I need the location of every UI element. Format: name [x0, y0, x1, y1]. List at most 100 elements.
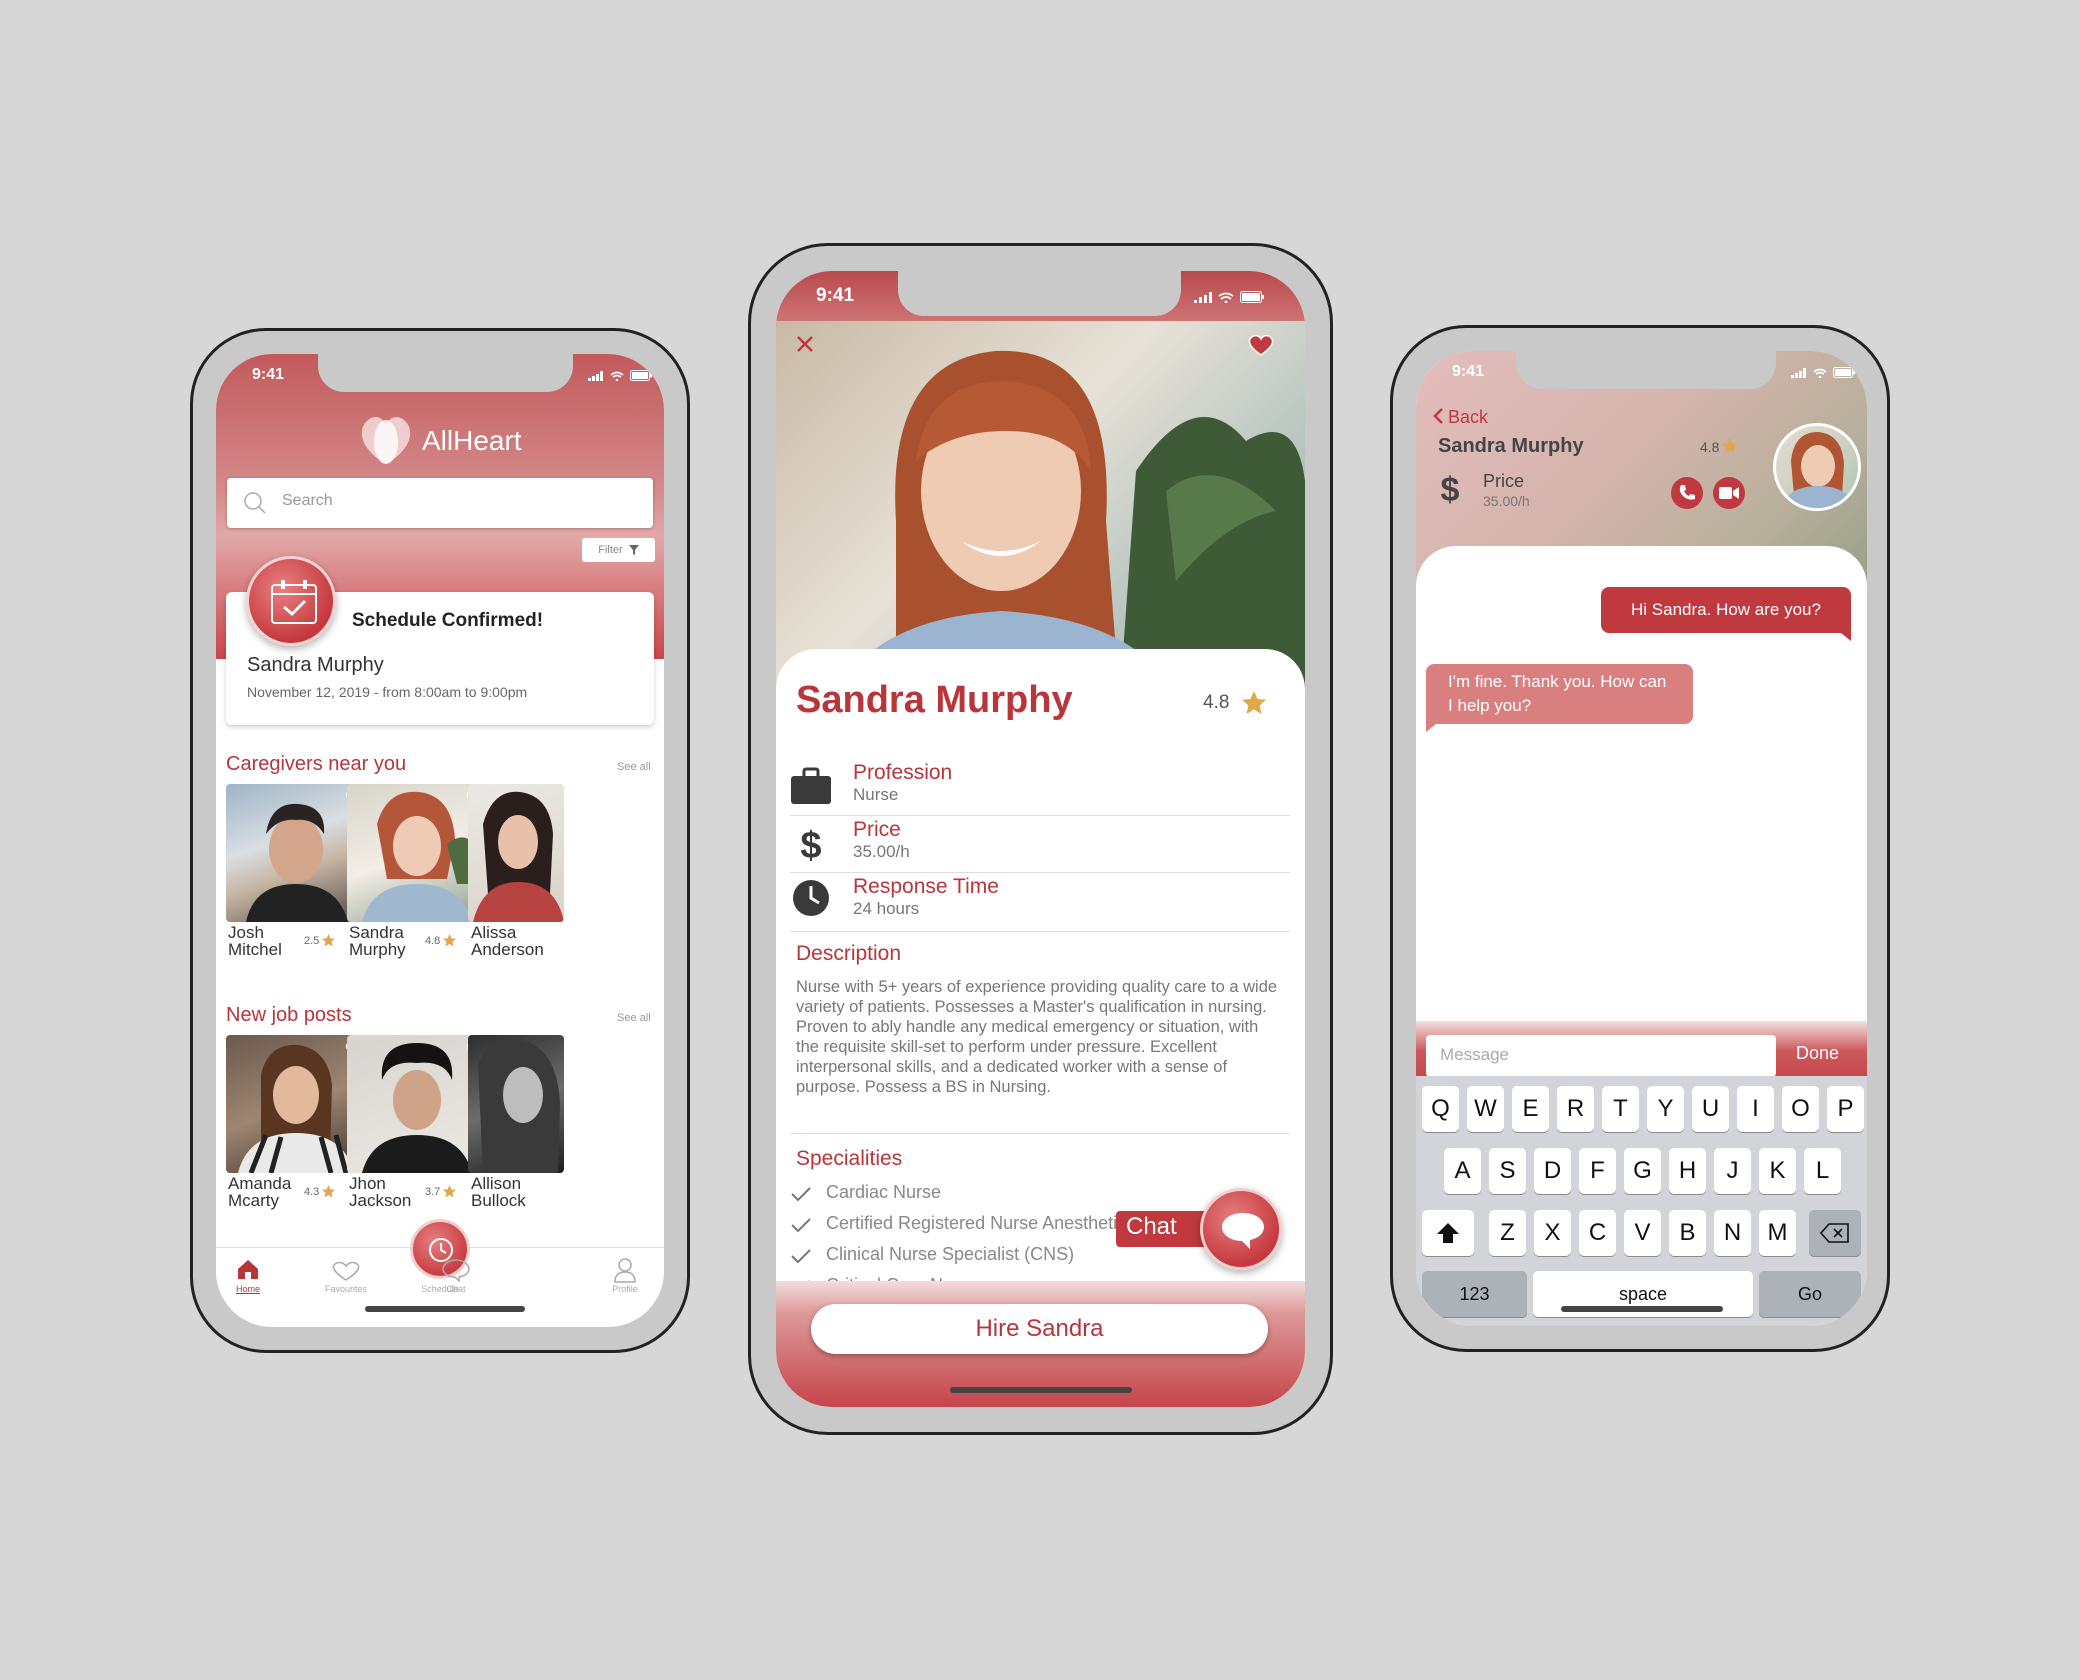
call-button[interactable]	[1671, 477, 1703, 509]
notch	[1516, 351, 1776, 389]
key-j[interactable]: J	[1714, 1148, 1751, 1194]
chevron-left-icon[interactable]	[1432, 407, 1444, 425]
key-x[interactable]: X	[1534, 1210, 1571, 1256]
key-c[interactable]: C	[1579, 1210, 1616, 1256]
key-y[interactable]: Y	[1647, 1086, 1684, 1132]
tab-profile[interactable]: Profile	[590, 1284, 660, 1294]
home-icon[interactable]	[236, 1258, 260, 1280]
key-d[interactable]: D	[1534, 1148, 1571, 1194]
phone-icon	[1679, 485, 1695, 500]
tab-favourites[interactable]: Favourites	[311, 1284, 381, 1294]
job-last-name: Mcarty	[228, 1191, 279, 1210]
key-q[interactable]: Q	[1422, 1086, 1459, 1132]
done-button[interactable]: Done	[1796, 1043, 1839, 1064]
profile-rating: 4.8	[1203, 692, 1230, 713]
tab-chat[interactable]: Chat	[421, 1284, 491, 1294]
app-name: AllHeart	[422, 425, 522, 456]
status-icons	[1194, 291, 1265, 303]
numbers-key[interactable]: 123	[1422, 1271, 1527, 1317]
key-k[interactable]: K	[1759, 1148, 1796, 1194]
key-r[interactable]: R	[1557, 1086, 1594, 1132]
description-title: Description	[796, 942, 902, 965]
video-call-button[interactable]	[1713, 477, 1745, 509]
key-b[interactable]: B	[1669, 1210, 1706, 1256]
key-m[interactable]: M	[1759, 1210, 1796, 1256]
go-key[interactable]: Go	[1759, 1271, 1861, 1317]
key-w[interactable]: W	[1467, 1086, 1504, 1132]
key-a[interactable]: A	[1444, 1148, 1481, 1194]
profession-value: Nurse	[853, 785, 899, 804]
key-u[interactable]: U	[1692, 1086, 1729, 1132]
star-icon	[1242, 691, 1266, 714]
caregiver-card-alissa[interactable]	[468, 784, 564, 922]
battery-icon	[1240, 291, 1264, 303]
shift-key[interactable]	[1422, 1210, 1474, 1256]
shift-arrow-icon	[1437, 1223, 1459, 1243]
key-f[interactable]: F	[1579, 1148, 1616, 1194]
notch	[898, 271, 1181, 316]
back-link[interactable]: Back	[1448, 407, 1488, 428]
hire-button[interactable]: Hire Sandra	[811, 1304, 1268, 1354]
chat-bubble-icon	[1222, 1213, 1264, 1249]
signal-icon	[1194, 292, 1212, 303]
search-input[interactable]: Search	[227, 478, 653, 528]
key-l[interactable]: L	[1804, 1148, 1841, 1194]
job-photo	[238, 1044, 354, 1173]
bubble-tail	[1831, 625, 1851, 641]
check-icon	[791, 1187, 811, 1202]
caregiver-card-sandra[interactable]	[347, 784, 488, 922]
key-h[interactable]: H	[1669, 1148, 1706, 1194]
job-card-amanda[interactable]	[226, 1035, 367, 1173]
chat-rating: 4.8	[1700, 439, 1720, 455]
home-indicator	[1561, 1306, 1723, 1312]
filter-button[interactable]: Filter	[582, 538, 655, 562]
caregiver-last-name: Murphy	[349, 940, 406, 959]
jobs-title: New job posts	[226, 1004, 352, 1026]
key-g[interactable]: G	[1624, 1148, 1661, 1194]
speciality-item: Certified Registered Nurse Anesthetist	[826, 1213, 1132, 1233]
caregiver-rating: 4.8	[425, 935, 441, 947]
key-n[interactable]: N	[1714, 1210, 1751, 1256]
caregiver-photo	[362, 791, 487, 922]
chat-bubble-icon[interactable]	[441, 1258, 471, 1282]
job-photo	[362, 1043, 472, 1173]
avatar[interactable]	[1773, 423, 1861, 511]
search-icon	[244, 492, 266, 514]
clock-icon	[793, 880, 829, 916]
close-icon[interactable]	[796, 335, 814, 353]
key-v[interactable]: V	[1624, 1210, 1661, 1256]
caregiver-last-name: Anderson	[471, 940, 544, 959]
key-s[interactable]: S	[1489, 1148, 1526, 1194]
caregiver-card-josh[interactable]	[226, 784, 367, 922]
key-p[interactable]: P	[1827, 1086, 1864, 1132]
user-icon[interactable]	[613, 1257, 637, 1283]
message-input[interactable]: Message	[1426, 1035, 1776, 1077]
bubble-tail	[1426, 716, 1446, 732]
divider	[790, 931, 1290, 932]
status-time: 9:41	[252, 366, 285, 383]
star-icon	[1722, 438, 1738, 453]
key-i[interactable]: I	[1737, 1086, 1774, 1132]
tab-home[interactable]: Home	[216, 1284, 283, 1294]
status-time: 9:41	[1452, 363, 1485, 380]
divider	[790, 872, 1290, 873]
key-o[interactable]: O	[1782, 1086, 1819, 1132]
chat-button[interactable]	[1200, 1188, 1282, 1270]
heart-icon[interactable]	[331, 1260, 361, 1282]
star-icon	[322, 1185, 335, 1198]
price-label: Price	[853, 818, 901, 841]
heart-filled-icon[interactable]	[1248, 334, 1274, 356]
caregivers-see-all-link[interactable]: See all	[617, 761, 651, 773]
backspace-key[interactable]	[1809, 1210, 1861, 1256]
job-first-name: Jhon	[349, 1174, 386, 1193]
jobs-see-all-link[interactable]: See all	[617, 1012, 651, 1024]
notch	[318, 354, 573, 392]
key-z[interactable]: Z	[1489, 1210, 1526, 1256]
funnel-icon	[628, 545, 639, 555]
key-e[interactable]: E	[1512, 1086, 1549, 1132]
job-card-jhon[interactable]	[347, 1035, 488, 1173]
job-card-allison[interactable]	[468, 1035, 564, 1173]
job-first-name: Allison	[471, 1174, 522, 1193]
caregiver-rating: 2.5	[304, 935, 320, 947]
key-t[interactable]: T	[1602, 1086, 1639, 1132]
